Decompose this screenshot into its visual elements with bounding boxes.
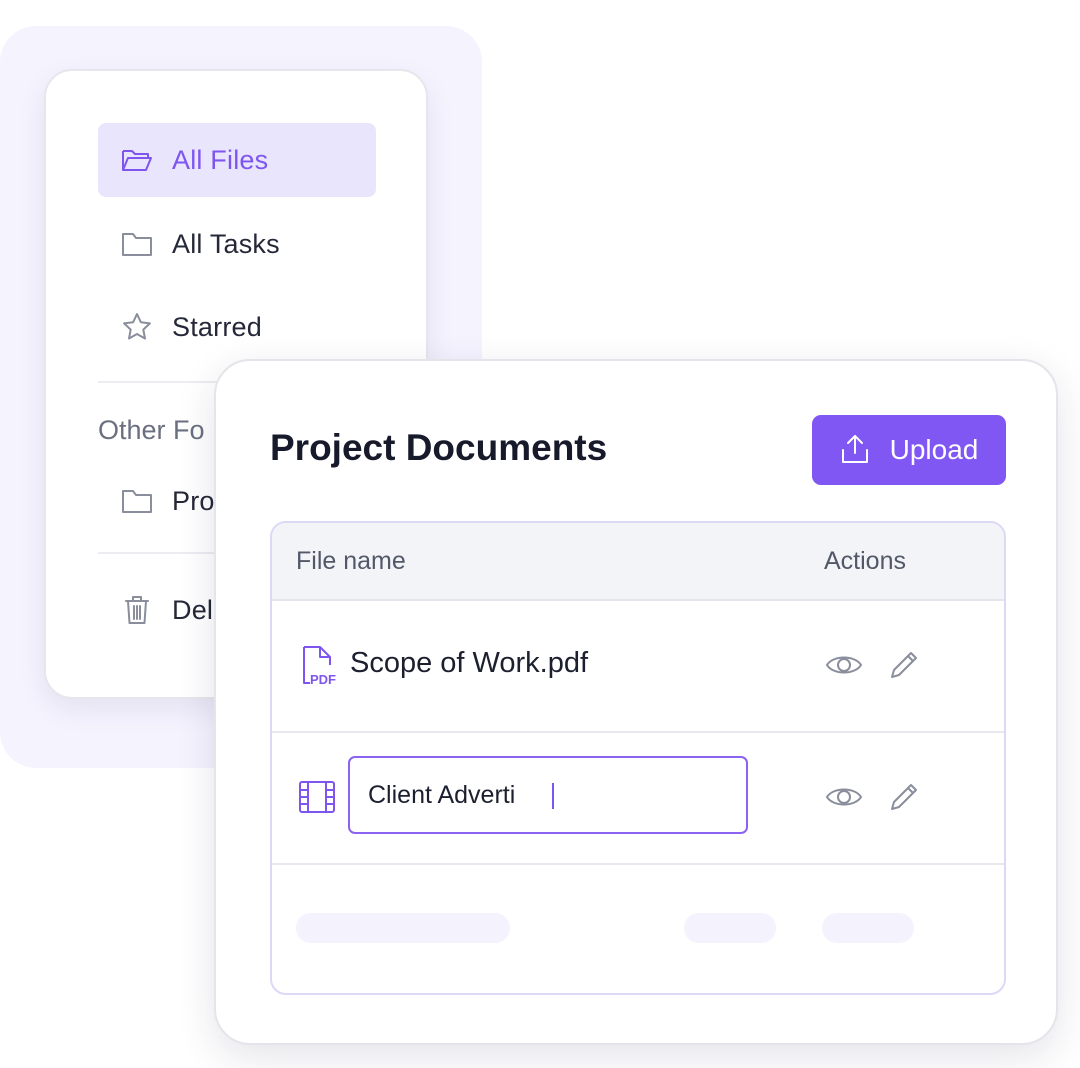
- column-header-file-name: File name: [296, 547, 406, 575]
- text-cursor: [552, 783, 554, 809]
- table-row[interactable]: PDF Scope of Work.pdf: [272, 599, 1004, 733]
- svg-text:PDF: PDF: [310, 672, 336, 687]
- star-icon: [120, 310, 154, 344]
- skeleton-placeholder: [684, 913, 776, 943]
- sidebar-item-label: All Files: [172, 144, 269, 175]
- sidebar-item-all-tasks[interactable]: All Tasks: [98, 207, 376, 281]
- edit-icon[interactable]: [884, 777, 924, 817]
- project-documents-card: Project Documents Upload File name Actio…: [214, 359, 1058, 1045]
- view-icon[interactable]: [824, 645, 864, 685]
- documents-table: File name Actions PDF Scope of Work.pdf: [270, 521, 1006, 995]
- folder-open-icon: [120, 143, 154, 177]
- table-header: File name Actions: [272, 523, 1004, 601]
- folder-icon: [120, 484, 154, 518]
- upload-button[interactable]: Upload: [812, 415, 1006, 485]
- sidebar-item-all-files[interactable]: All Files: [98, 123, 376, 197]
- column-header-actions: Actions: [824, 547, 906, 575]
- file-name: Scope of Work.pdf: [350, 647, 589, 679]
- skeleton-placeholder: [296, 913, 510, 943]
- sidebar-item-label: Del: [172, 594, 214, 625]
- video-file-icon: [298, 779, 338, 819]
- skeleton-placeholder: [822, 913, 914, 943]
- sidebar-item-starred[interactable]: Starred: [98, 290, 376, 364]
- rename-input[interactable]: [348, 756, 748, 834]
- trash-icon: [120, 593, 154, 627]
- page-title: Project Documents: [270, 427, 608, 468]
- table-row[interactable]: [272, 731, 1004, 865]
- sidebar-item-label: All Tasks: [172, 228, 280, 259]
- edit-icon[interactable]: [884, 645, 924, 685]
- folder-icon: [120, 227, 154, 261]
- sidebar-item-label: Starred: [172, 311, 262, 342]
- pdf-file-icon: PDF: [298, 645, 338, 687]
- section-label: Other Fo: [98, 415, 205, 445]
- upload-icon: [840, 433, 870, 468]
- sidebar-item-label: Pro: [172, 485, 215, 516]
- view-icon[interactable]: [824, 777, 864, 817]
- upload-button-label: Upload: [889, 434, 979, 465]
